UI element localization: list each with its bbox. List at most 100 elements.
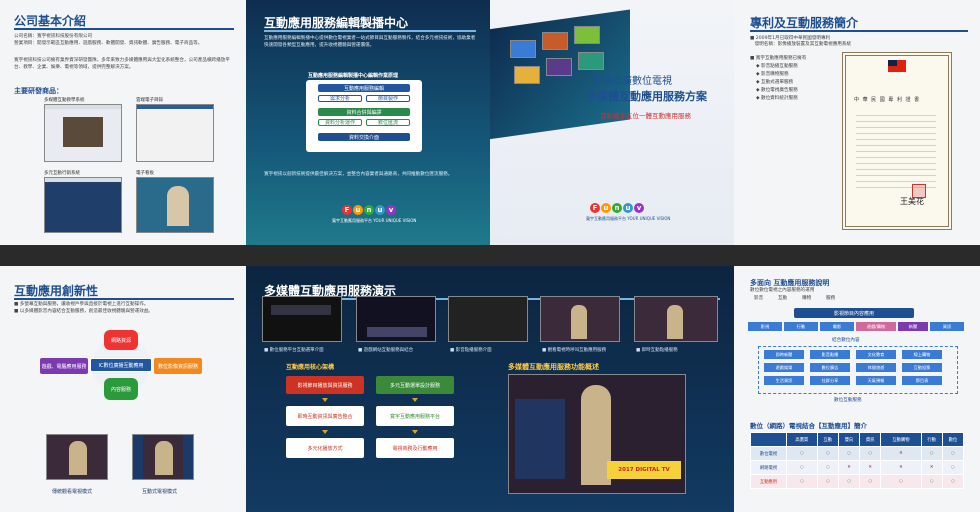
demo-caption: ■ 影音點播服務介面 — [450, 348, 492, 353]
comparison-table: 高畫質 互動 雙向 資訊 互動購物 行動 數位 數位電視 ○ ○ ○ ○ ✕ ○ ○ 網路電視 ○ ○ ✕ ✕ ✕ ✕… — [750, 432, 965, 489]
tv-tile — [510, 40, 536, 58]
tv-mode-caption: 互動式電視模式 — [142, 489, 178, 495]
products-heading: 主要研發商品： — [14, 87, 63, 95]
demo-caption: ■ 觀看電視時呼叫互動應用服務 — [542, 348, 607, 353]
page-edit-center: 互動應用服務編輯製播中心 互動應用服務編輯製播中心提供數位電視業者一站式節目與互… — [246, 0, 490, 245]
page-demo: 多媒體互動應用服務演示 ■ 數位服務平台互動選單介面 ■ 遊戲網站互動服務與結合… — [246, 266, 734, 512]
service-cell: 文化教育 — [856, 350, 896, 359]
demo-caption: ■ 遊戲網站互動服務與結合 — [358, 348, 414, 353]
service-cell: 休閒旅遊 — [856, 363, 896, 372]
flow-title: 互動應用服務編輯製播中心編輯作業原理 — [308, 73, 399, 79]
demo-screenshot — [448, 296, 528, 342]
center-para: 互動應用服務編輯製播中心提供數位電視業者一站式節目與互動服務製作，結合多元視訊技… — [264, 36, 476, 48]
cover-line-1: 協助推廣數位電視 — [592, 76, 672, 87]
flow-step: 資料合併與編譯 — [318, 108, 410, 116]
arrow-icon — [412, 398, 418, 402]
shot-caption: 雲端電子目錄 — [136, 98, 163, 103]
page-title: 互動應用服務編輯製播中心 — [264, 16, 409, 30]
patent-line: 發明名稱：影像播放裝置及其互動電視應用系統 — [750, 42, 852, 47]
service-cell: 社群分享 — [810, 376, 850, 385]
core-step: 電視商務及行動應用 — [376, 438, 454, 458]
center-para-2: 寬宇視訊以創新技術提供最佳解決方案，並整合內容業者與通路商，共同推動數位匯流服務… — [264, 172, 453, 177]
flow-step: 需求分析 — [318, 95, 362, 102]
tv-tile — [578, 52, 604, 70]
funuv-logo: Funuv — [590, 203, 644, 213]
mid-label: 結合數位內容 — [832, 338, 860, 343]
innovation-line: ■ 以多媒體影音內容結合互動服務，創造最佳收視體驗與營運效益。 — [14, 309, 154, 314]
core-step: 即時互動資訊與廣告整合 — [286, 406, 364, 426]
service-cell: 即時新聞 — [764, 350, 804, 359]
shot-caption: 電子看板 — [136, 171, 154, 176]
page-innovation: 互動應用創新性 ■ 多螢幕互動與服務，讓收視戶參與直接於電視上進行互動操作。 ■… — [0, 266, 246, 512]
service-cell: 節目表 — [902, 376, 942, 385]
core-step: 寬宇互動應用服務平台 — [376, 406, 454, 426]
legend-item: 互動 — [778, 296, 788, 301]
service-cell: 線上購物 — [902, 350, 942, 359]
logo-subtitle: 寬宇互動應用服務平台 YOUR UNIQUE VISION — [586, 216, 671, 221]
company-para: 寬宇視訊科技公司擁有業界資深研發團隊，多年來致力多媒體應用與大型化系統整合，公司… — [14, 58, 230, 70]
category-tab: 行動 — [784, 322, 818, 331]
legend-item: 影音 — [754, 296, 764, 301]
product-screenshot — [44, 177, 122, 233]
tv-mode-caption: 傳統觀看電視模式 — [52, 489, 93, 495]
service-item: ◆ 影音購物服務 — [756, 72, 789, 77]
arrow-icon — [322, 398, 328, 402]
service-cell: 生活資訊 — [764, 376, 804, 385]
hub-node: 影視節目內容應用 — [794, 308, 914, 318]
right-node: 數位影像資訊服務 — [154, 358, 202, 374]
service-item: ◆ 互動式選單服務 — [756, 80, 794, 85]
demo-screenshot — [540, 296, 620, 342]
category-tab: 遊戲/購物 — [856, 322, 896, 331]
demo-main-screen: 2017 DIGITAL TV — [508, 374, 686, 494]
page-title: 互動應用創新性 — [14, 284, 99, 298]
service-cell: 遊戲娛樂 — [764, 363, 804, 372]
certificate-title: 中 華 民 國 專 利 證 書 — [854, 97, 921, 103]
page-title: 公司基本介紹 — [14, 14, 87, 28]
arrow-icon — [412, 430, 418, 434]
top-node: 網路資源 — [104, 330, 138, 350]
service-cell: 數位廣告 — [810, 363, 850, 372]
category-tab: 資訊 — [930, 322, 964, 331]
flow-step: 互動應用服務編輯 — [318, 84, 410, 92]
flow-step: 節目製作 — [366, 95, 410, 102]
demo-title: 多媒體互動應用服務功能概述 — [508, 363, 599, 371]
funuv-logo: Funuv — [342, 205, 396, 215]
banner-text: 2017 DIGITAL TV — [607, 461, 681, 479]
service-item: ◆ 數位資料統計服務 — [756, 96, 798, 101]
tv-mode-image — [46, 434, 108, 480]
service-item: ◆ 數位電視廣告服務 — [756, 88, 798, 93]
page-service-desc: 多面向 互動應用服務說明 數位數位電視之內容服務的運用 影音 互動 購物 服務 … — [734, 266, 980, 512]
page-cover: 協助推廣數位電視 多媒體互動應用服務方案 首創寬宇五位一體互動應用服務 Funu… — [490, 0, 734, 245]
page-company-intro: 公司基本介紹 公司名稱：寬宇視訊科技股份有限公司 營業項目：開發示範區互動應用、… — [0, 0, 246, 245]
tv-tile — [546, 58, 572, 76]
arrow-icon — [322, 430, 328, 434]
logo-subtitle: 寬宇互動應用服務平台 YOUR UNIQUE VISION — [332, 218, 417, 223]
tv-tile — [542, 32, 568, 50]
bottom-node: 內容服務 — [104, 378, 138, 400]
center-node: IC數位廣播互動應用 — [90, 358, 152, 372]
core-step: 多元化播放方式 — [286, 438, 364, 458]
tv-mode-image — [132, 434, 194, 480]
bottom-label: 數位互動服務 — [834, 398, 862, 403]
service-cell: 影音點播 — [810, 350, 850, 359]
page-title: 多面向 互動應用服務說明 — [750, 279, 830, 287]
flow-step: 資料分析運作 — [318, 119, 362, 126]
core-step: 影視節目播放與資訊服務 — [286, 376, 364, 394]
product-screenshot — [136, 177, 214, 233]
demo-caption: ■ 數位服務平台互動選單介面 — [264, 348, 324, 353]
page-title: 專利及互動服務簡介 — [750, 16, 859, 30]
category-tab: 新聞 — [898, 322, 928, 331]
service-list-title: ■ 寬宇互動應用服務已擁有 — [750, 56, 807, 61]
product-screenshot — [44, 104, 122, 162]
demo-screenshot — [262, 296, 342, 342]
patent-certificate: 中 華 民 國 專 利 證 書 王美花 — [842, 52, 952, 230]
shot-caption: 多媒體互動教學系統 — [44, 98, 85, 103]
product-screenshot — [136, 104, 214, 162]
legend-item: 服務 — [826, 296, 836, 301]
service-cell: 天氣預報 — [856, 376, 896, 385]
demo-screenshot — [634, 296, 718, 342]
cover-line-2: 多媒體互動應用服務方案 — [586, 90, 707, 103]
flow-step: 資料交換介面 — [318, 133, 410, 141]
tv-tile — [574, 26, 600, 44]
service-item: ◆ 影音點播互動服務 — [756, 64, 798, 69]
